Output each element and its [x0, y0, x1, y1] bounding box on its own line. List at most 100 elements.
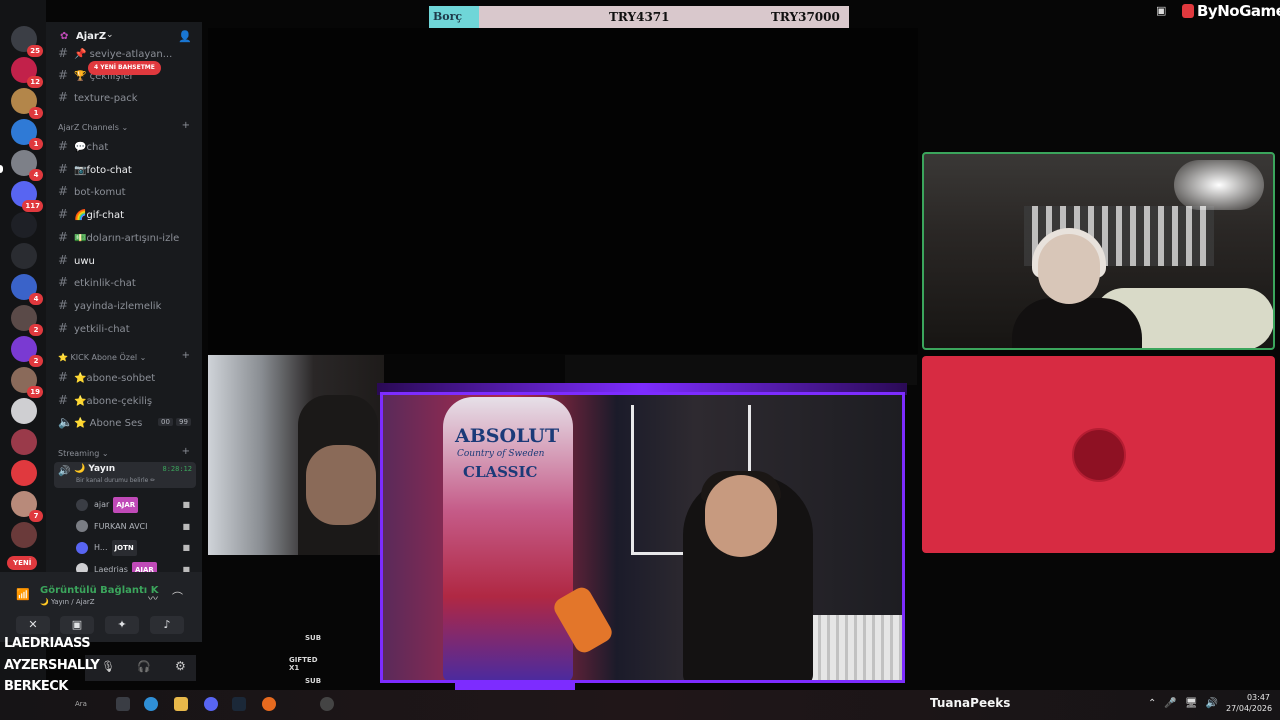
- noise-suppression-icon[interactable]: 〰: [148, 590, 158, 605]
- light-glare: [1174, 160, 1264, 210]
- speaker-icon: 🔊: [58, 466, 71, 477]
- copilot-icon[interactable]: [144, 697, 158, 711]
- role-tag: JOTN: [111, 540, 137, 556]
- clock[interactable]: 03:47 27/04/2026: [1226, 692, 1272, 714]
- channel-item[interactable]: # etkinlik-chat: [58, 273, 198, 291]
- taskbar: [0, 690, 1280, 720]
- bottle-subtitle: Country of Sweden: [457, 449, 545, 459]
- channel-item[interactable]: # 📷foto-chat: [58, 160, 198, 178]
- camera-icon: ■: [182, 543, 190, 552]
- category-kick-abone[interactable]: ⭐ KICK Abone Özel ⌄: [58, 353, 146, 362]
- add-channel-icon[interactable]: +: [182, 446, 190, 457]
- channel-item[interactable]: # ⭐abone-çekiliş: [58, 391, 198, 409]
- file-explorer-icon[interactable]: [174, 697, 188, 711]
- server-icon[interactable]: 4: [11, 274, 43, 305]
- server-icon[interactable]: 2: [11, 336, 43, 367]
- voice-user[interactable]: FURKAN AVCI ■: [76, 519, 196, 535]
- server-icon[interactable]: 7: [11, 491, 43, 522]
- chevron-down-icon: ⌄: [106, 30, 114, 40]
- server-icon[interactable]: 117: [11, 181, 43, 212]
- unread-badge: 25: [27, 45, 43, 57]
- channel-item[interactable]: # 💬chat: [58, 137, 198, 155]
- system-tray[interactable]: ⌃🎤🖥🔊: [1148, 698, 1226, 709]
- participant-face: [306, 445, 376, 525]
- video-tile-strip[interactable]: [565, 355, 917, 385]
- voice-timer: 8:28:12: [162, 465, 192, 473]
- webcam-frame-accent: [455, 682, 575, 690]
- channel-item[interactable]: # bot-komut: [58, 182, 198, 200]
- unread-badge: 12: [27, 76, 43, 88]
- unread-badge: 4: [29, 293, 43, 305]
- server-icon[interactable]: 25: [11, 26, 43, 57]
- video-tile-participant[interactable]: [922, 152, 1275, 350]
- voice-user[interactable]: H... JOTN ■: [76, 540, 196, 556]
- hash-icon: #: [58, 139, 69, 153]
- add-channel-icon[interactable]: +: [182, 120, 190, 131]
- avatar: [76, 541, 88, 554]
- server-icon[interactable]: [11, 429, 37, 455]
- sub-type: GIFTED X1: [289, 655, 318, 672]
- hash-icon: #: [58, 320, 69, 335]
- server-icon[interactable]: 1: [11, 119, 43, 150]
- bottle-line: CLASSIC: [463, 463, 538, 481]
- channel-item[interactable]: # 💵doların-artışını-izle: [58, 228, 198, 246]
- steam-icon[interactable]: [232, 697, 246, 711]
- participant-face: [1038, 234, 1100, 304]
- taskbar-search[interactable]: Ara: [75, 700, 87, 708]
- new-servers-badge[interactable]: YENİ: [7, 556, 38, 570]
- sub-name: LAEDRIAASS: [4, 636, 91, 651]
- hash-icon: #: [58, 90, 69, 104]
- server-icon[interactable]: 19: [11, 367, 43, 398]
- obs-icon[interactable]: [320, 697, 334, 711]
- unread-badge: 2: [29, 355, 43, 367]
- unread-badge: 7: [29, 510, 43, 522]
- category-ajarz-channels[interactable]: AjarZ Channels ⌄: [58, 123, 128, 132]
- channel-item[interactable]: # 📌 seviye-atlayan...: [58, 44, 198, 62]
- hash-icon: #: [58, 297, 69, 312]
- video-tile-left[interactable]: [208, 355, 384, 555]
- channel-item[interactable]: # texture-pack: [58, 88, 198, 106]
- category-streaming[interactable]: Streaming ⌄: [58, 449, 109, 458]
- voice-user[interactable]: ajar AJAR ■: [76, 497, 196, 513]
- avatar: [76, 520, 88, 532]
- channel-item[interactable]: # ⭐abone-sohbet: [58, 368, 198, 386]
- connection-subtitle[interactable]: 🌙 Yayın / AjarZ: [40, 598, 95, 606]
- server-icon[interactable]: 12: [11, 57, 43, 88]
- server-icon[interactable]: [11, 522, 37, 548]
- channel-item[interactable]: # yetkili-chat: [58, 319, 198, 337]
- server-icon[interactable]: [11, 243, 37, 269]
- disconnect-icon[interactable]: ⌒: [172, 589, 183, 605]
- add-member-icon[interactable]: 👤: [178, 30, 192, 43]
- connection-title: Görüntülü Bağlantı K: [40, 585, 159, 596]
- participant-body: [1012, 298, 1142, 348]
- hash-icon: #: [58, 370, 69, 384]
- channel-item[interactable]: # 🌈gif-chat: [58, 205, 198, 223]
- discord-icon[interactable]: [204, 697, 218, 711]
- channel-item[interactable]: # yayinda-izlemelik: [58, 296, 198, 314]
- channel-item[interactable]: # uwu: [58, 251, 198, 269]
- add-channel-icon[interactable]: +: [182, 350, 190, 361]
- unread-badge: 2: [29, 324, 43, 336]
- server-icon[interactable]: 1: [11, 88, 43, 119]
- server-icon[interactable]: 4: [11, 150, 43, 181]
- video-tile-blank[interactable]: [208, 28, 918, 354]
- sub-type: SUB: [305, 677, 322, 685]
- firefox-icon[interactable]: [262, 697, 276, 711]
- minimize-icon[interactable]: ▣: [1156, 4, 1166, 17]
- server-icon[interactable]: [11, 212, 37, 238]
- hash-icon: #: [58, 184, 69, 199]
- voice-status[interactable]: Bir kanal durumu belirle ✏: [76, 477, 155, 484]
- signal-icon: 📶: [16, 588, 30, 601]
- voice-count: 00: [158, 418, 173, 426]
- server-icon[interactable]: 2: [11, 305, 43, 336]
- task-view-icon[interactable]: [116, 697, 130, 711]
- mention-pill[interactable]: 4 YENİ BAHSETME: [88, 61, 161, 75]
- hash-icon: #: [58, 393, 69, 407]
- voice-channel-yayin[interactable]: 🔊 🌙 Yayın 8:28:12 Bir kanal durumu belir…: [54, 462, 196, 488]
- server-icon[interactable]: [11, 460, 37, 486]
- video-tile-avatar[interactable]: [922, 356, 1275, 553]
- channel-list: ✿ AjarZ ⌄ 👤 # 📌 seviye-atlayan... # 🏆 çeki…: [46, 22, 202, 632]
- debt-current: TRY4371: [609, 10, 670, 24]
- server-icon[interactable]: [11, 398, 37, 424]
- hash-icon: #: [58, 229, 69, 244]
